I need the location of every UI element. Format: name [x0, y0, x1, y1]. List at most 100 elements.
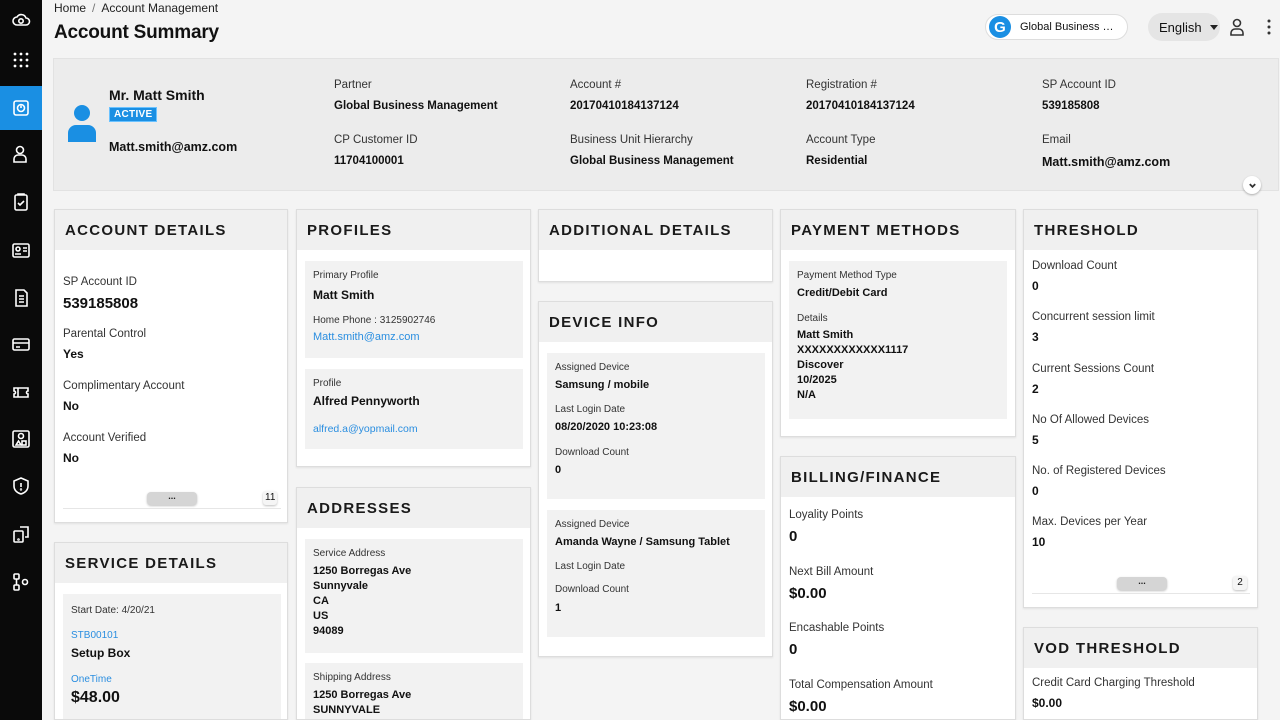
ticket-icon[interactable] [0, 372, 42, 412]
profile-phone: Home Phone : 3125902746 [313, 315, 436, 326]
profile-type: Profile [313, 378, 342, 389]
field-label: Current Sessions Count [1032, 363, 1155, 375]
field-label: No Of Allowed Devices [1032, 414, 1149, 426]
breadcrumb: Home / Account Management [54, 1, 218, 15]
field-value: 2 [1032, 382, 1039, 396]
address-line: CA [313, 595, 329, 607]
detail-account-verified: Account Verified No [63, 432, 146, 465]
service-charge-type: OneTime [71, 674, 112, 685]
field-value: No [63, 451, 79, 465]
summary-field-cp-customer-id: CP Customer ID 11704100001 [334, 134, 554, 167]
payment-method-item: Payment Method Type Credit/Debit Card De… [789, 261, 1007, 419]
device-name: Amanda Wayne / Samsung Tablet [555, 536, 730, 548]
more-button[interactable]: ... [147, 492, 197, 505]
address-line: 1250 Borregas Ave [313, 689, 412, 701]
caret-down-icon [1209, 24, 1218, 30]
payment-type-label: Payment Method Type [797, 270, 897, 281]
dashboard-icon[interactable] [0, 86, 42, 130]
device-item: Assigned Device Samsung / mobile Last Lo… [547, 353, 765, 499]
workflow-icon[interactable] [0, 562, 42, 602]
card-title: VOD THRESHOLD [1024, 628, 1257, 668]
expand-summary-button[interactable] [1243, 176, 1261, 194]
devices-icon[interactable] [0, 514, 42, 554]
field-label: Account Verified [63, 432, 147, 444]
breadcrumb-current[interactable]: Account Management [101, 1, 218, 15]
payment-details-label: Details [797, 313, 828, 324]
device-name: Samsung / mobile [555, 379, 650, 391]
field-label: Max. Devices per Year [1032, 516, 1148, 528]
user-icon[interactable] [0, 134, 42, 174]
service-item: Start Date: 4/20/21 STB00101 Setup Box O… [63, 594, 281, 719]
document-icon[interactable] [0, 278, 42, 318]
billing-encashable-points: Encashable Points 0 [789, 622, 884, 658]
field-value: 0 [789, 641, 798, 658]
summary-field-business-unit: Business Unit Hierarchy Global Business … [570, 134, 790, 167]
address-line: Sunnyvale [313, 580, 369, 592]
breadcrumb-home[interactable]: Home [54, 1, 86, 15]
field-value: 3 [1032, 330, 1039, 344]
summary-field-partner: Partner Global Business Management [334, 79, 554, 112]
grid-icon[interactable] [0, 40, 42, 80]
card-title: BILLING/FINANCE [781, 457, 1015, 497]
status-badge: ACTIVE [109, 107, 158, 122]
service-name: Setup Box [71, 646, 131, 660]
field-value: Global Business Management [570, 155, 734, 167]
profiles-card: PROFILES Primary Profile Matt Smith Home… [296, 209, 531, 467]
detail-sp-account-id: SP Account ID 539185808 [63, 276, 138, 312]
threshold-registered-devices: No. of Registered Devices 0 [1032, 465, 1166, 498]
field-label: Total Compensation Amount [789, 679, 933, 691]
device-download-label: Download Count [555, 584, 629, 595]
address-line: 1250 Borregas Ave [313, 565, 412, 577]
clipboard-check-icon[interactable] [0, 182, 42, 222]
billing-loyalty-points: Loyality Points 0 [789, 509, 863, 545]
field-label: Account Type [806, 134, 876, 146]
field-label: CP Customer ID [334, 134, 418, 146]
language-selector[interactable]: English [1148, 13, 1220, 41]
summary-field-sp-account-id: SP Account ID 539185808 [1042, 79, 1262, 112]
service-code[interactable]: STB00101 [71, 630, 118, 641]
billing-card-icon[interactable] [0, 324, 42, 364]
field-value: $0.00 [789, 698, 827, 715]
profile-email[interactable]: alfred.a@yopmail.com [313, 423, 418, 435]
device-assigned-label: Assigned Device [555, 519, 630, 530]
field-label: Download Count [1032, 260, 1118, 272]
org-avatar: G [989, 16, 1011, 38]
account-shapes-icon[interactable] [0, 419, 42, 459]
address-type: Service Address [313, 548, 386, 559]
device-login: 08/20/2020 10:23:08 [555, 421, 658, 433]
profile-user-icon[interactable] [1228, 17, 1246, 37]
field-label: Account # [570, 79, 622, 91]
org-switcher[interactable]: G Global Business Management [985, 14, 1128, 40]
threshold-allowed-devices: No Of Allowed Devices 5 [1032, 414, 1149, 447]
profile-email[interactable]: Matt.smith@amz.com [313, 331, 420, 343]
more-button[interactable]: ... [1117, 577, 1167, 590]
card-title: ADDRESSES [297, 488, 530, 528]
billing-finance-card: BILLING/FINANCE Loyality Points 0 Next B… [780, 456, 1016, 720]
summary-field-account-type: Account Type Residential [806, 134, 1026, 167]
summary-field-email: Email Matt.smith@amz.com [1042, 134, 1262, 169]
profile-item: Primary Profile Matt Smith Home Phone : … [305, 261, 523, 358]
device-info-card: DEVICE INFO Assigned Device Samsung / mo… [538, 301, 773, 657]
field-label: Loyality Points [789, 509, 864, 521]
kebab-menu-icon[interactable] [1260, 17, 1278, 37]
payment-detail-line: 10/2025 [797, 374, 837, 386]
detail-parental-control: Parental Control Yes [63, 328, 146, 361]
threshold-max-devices-per-year: Max. Devices per Year 10 [1032, 516, 1147, 549]
id-card-icon[interactable] [0, 230, 42, 270]
field-label: Partner [334, 79, 372, 91]
cloud-logo-icon[interactable] [0, 0, 42, 40]
service-price: $48.00 [71, 689, 120, 706]
device-login-label: Last Login Date [555, 404, 626, 415]
field-value: 539185808 [63, 295, 139, 312]
card-title: ACCOUNT DETAILS [55, 210, 287, 250]
divider [1032, 593, 1250, 594]
shield-icon[interactable] [0, 466, 42, 506]
detail-complimentary-account: Complimentary Account No [63, 380, 184, 413]
device-login-label: Last Login Date [555, 561, 626, 572]
breadcrumb-separator: / [92, 1, 96, 15]
device-item: Assigned Device Amanda Wayne / Samsung T… [547, 510, 765, 637]
card-title: ADDITIONAL DETAILS [539, 210, 772, 250]
additional-details-card: ADDITIONAL DETAILS [538, 209, 773, 282]
field-label: Email [1042, 134, 1071, 146]
card-title: PAYMENT METHODS [781, 210, 1015, 250]
